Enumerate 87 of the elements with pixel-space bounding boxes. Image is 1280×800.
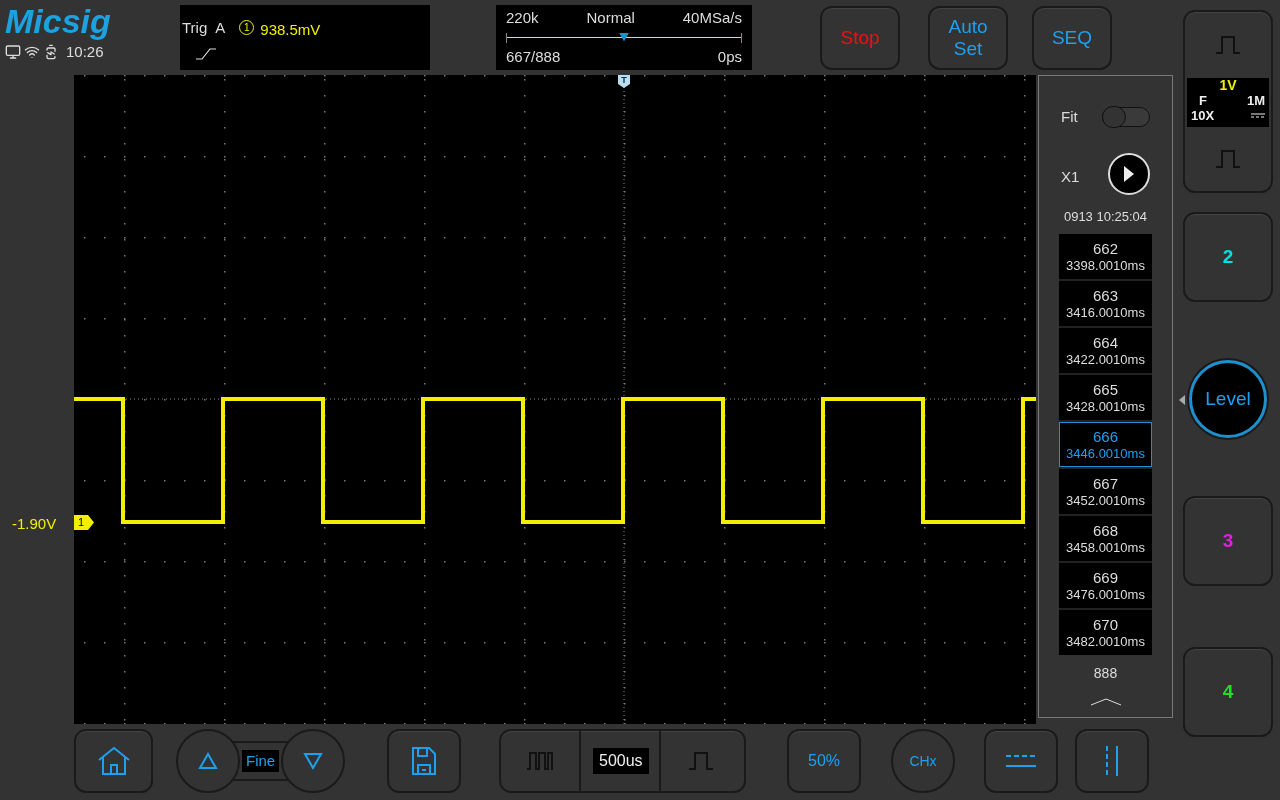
brand-logo: Micsig xyxy=(5,2,111,40)
play-icon xyxy=(1123,164,1135,183)
save-icon xyxy=(411,746,437,776)
frame-time: 3446.0010ms xyxy=(1066,444,1145,462)
acquisition-mode: Normal xyxy=(586,8,635,28)
frame-time: 3428.0010ms xyxy=(1066,397,1145,415)
horizontal-cursor-icon xyxy=(1006,754,1036,768)
frame-time: 3452.0010ms xyxy=(1066,491,1145,509)
battery-icon xyxy=(43,44,59,61)
frame-list-item[interactable]: 668 3458.0010ms xyxy=(1059,516,1152,561)
offset-label: -1.90V xyxy=(12,514,57,534)
frame-index: 668 xyxy=(1093,521,1118,539)
probe-ratio: 10X xyxy=(1191,108,1215,123)
timebase-value[interactable]: 500us xyxy=(593,748,649,774)
channel-button[interactable]: 2 xyxy=(1183,212,1273,302)
fit-toggle[interactable] xyxy=(1102,107,1150,128)
triangle-down-icon xyxy=(303,752,324,770)
frame-timestamp: 0913 10:25:04 xyxy=(1063,207,1148,226)
memory-depth: 220k xyxy=(506,8,539,28)
channel-number: 4 xyxy=(1222,679,1234,704)
frame-list-item[interactable]: 662 3398.0010ms xyxy=(1059,234,1152,279)
fine-step-label[interactable]: Fine xyxy=(242,750,280,772)
frame-time: 3422.0010ms xyxy=(1066,350,1145,368)
frame-total: 888 xyxy=(1093,664,1118,683)
frame-index: 670 xyxy=(1093,615,1118,633)
pulse-icon xyxy=(1215,35,1241,55)
channel-impedance: 1M xyxy=(1246,93,1265,108)
frame-list-item[interactable]: 665 3428.0010ms xyxy=(1059,375,1152,420)
playback-speed[interactable]: X1 xyxy=(1061,166,1080,189)
pulse-icon xyxy=(687,751,714,771)
level-pointer-icon xyxy=(1179,395,1185,405)
action-button[interactable]: SEQ xyxy=(1032,6,1112,70)
frame-index: 664 xyxy=(1093,333,1118,351)
trigger-delay: 0ps xyxy=(717,46,742,67)
channel-number: 2 xyxy=(1222,244,1234,269)
fit-label: Fit xyxy=(1061,107,1078,127)
channel-number: 3 xyxy=(1222,528,1234,553)
frame-time: 3458.0010ms xyxy=(1066,538,1145,556)
frame-time: 3482.0010ms xyxy=(1066,632,1145,650)
frame-index: 662 xyxy=(1093,239,1118,257)
home-button[interactable] xyxy=(74,729,153,793)
channel-button[interactable]: 4 xyxy=(1183,647,1273,737)
sample-rate: 40MSa/s xyxy=(682,8,742,28)
pulse-icon xyxy=(1215,149,1241,169)
frame-index: 667 xyxy=(1093,474,1118,492)
frame-index: 666 xyxy=(1093,427,1118,445)
trigger-position-marker[interactable]: T xyxy=(618,75,630,88)
frame-time: 3476.0010ms xyxy=(1066,585,1145,603)
frame-index: 663 xyxy=(1093,286,1118,304)
position-marker[interactable] xyxy=(619,32,629,42)
level-button[interactable]: Level xyxy=(1189,360,1267,438)
wifi-icon xyxy=(24,44,40,61)
pulse-train-icon xyxy=(526,751,554,771)
fifty-percent-button[interactable]: 50% xyxy=(787,729,861,793)
save-button[interactable] xyxy=(387,729,461,793)
clock-time: 10:26 xyxy=(66,42,104,62)
frame-index: 665 xyxy=(1093,380,1118,398)
trigger-level-value: 938.5mV xyxy=(260,20,321,40)
frame-list-item[interactable]: 667 3452.0010ms xyxy=(1059,469,1152,514)
frame-list-item[interactable]: 666 3446.0010ms xyxy=(1059,422,1152,467)
frame-time: 3398.0010ms xyxy=(1066,256,1145,274)
frame-counter: 667/888 xyxy=(506,46,561,67)
dc-coupling-icon xyxy=(1251,113,1265,118)
channel-coupling: F xyxy=(1199,93,1207,108)
frame-list-item[interactable]: 664 3422.0010ms xyxy=(1059,328,1152,373)
vertical-cursor-icon xyxy=(1105,746,1119,776)
frame-index: 669 xyxy=(1093,568,1118,586)
home-icon xyxy=(96,746,131,776)
play-button[interactable] xyxy=(1108,152,1150,195)
chevron-up-icon[interactable] xyxy=(1089,698,1122,706)
frame-list-item[interactable]: 670 3482.0010ms xyxy=(1059,610,1152,655)
horizontal-cursor-button[interactable] xyxy=(984,729,1058,793)
rising-edge-icon xyxy=(196,45,218,60)
trigger-panel[interactable]: Trig A 1 938.5mV xyxy=(180,5,430,70)
channel-scale: 1V xyxy=(1219,78,1237,93)
frame-list-item[interactable]: 663 3416.0010ms xyxy=(1059,281,1152,326)
triangle-up-icon xyxy=(198,752,218,770)
channel-1-panel[interactable]: 1V F 1M 10X xyxy=(1183,10,1273,193)
monitor-icon xyxy=(5,44,21,61)
frame-time: 3416.0010ms xyxy=(1066,303,1145,321)
trigger-label: Trig xyxy=(182,18,208,38)
channel-marker[interactable]: 1 xyxy=(74,515,94,530)
trigger-source: A xyxy=(215,18,226,38)
action-button[interactable]: Auto Set xyxy=(928,6,1008,70)
vertical-cursor-button[interactable] xyxy=(1075,729,1149,793)
frame-list-item[interactable]: 669 3476.0010ms xyxy=(1059,563,1152,608)
channel-select-button[interactable]: CHx xyxy=(891,729,955,793)
